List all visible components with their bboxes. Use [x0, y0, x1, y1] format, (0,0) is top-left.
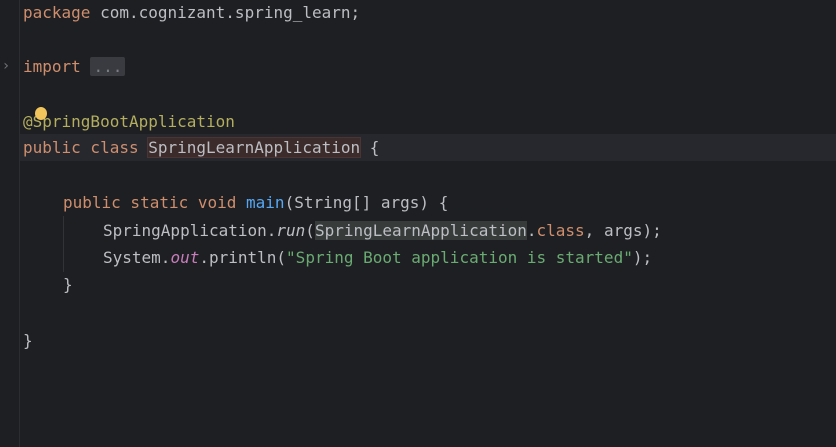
method-call: .println( [199, 248, 287, 267]
code-line-package[interactable]: package com.cognizant.spring_learn; [23, 0, 360, 26]
code-line-main-decl[interactable]: public static void main(String[] args) { [63, 189, 448, 216]
method-name: main [246, 193, 285, 212]
code-line-close-class[interactable]: } [23, 327, 33, 354]
keyword: public class [23, 138, 139, 157]
closing: ); [632, 248, 653, 267]
args: , args); [584, 221, 662, 240]
class-reference: SpringLearnApplication [314, 221, 527, 240]
code-line-run[interactable]: SpringApplication.run(SpringLearnApplica… [103, 217, 662, 244]
indent-guide [63, 216, 64, 272]
code-line-import[interactable]: import ... [23, 53, 126, 80]
chevron-right-icon[interactable]: › [0, 56, 12, 76]
keyword: class [536, 221, 585, 240]
lightbulb-icon[interactable] [35, 107, 47, 120]
static-field: out [170, 248, 200, 267]
brace: } [23, 331, 33, 350]
code-line-annotation[interactable]: @SpringBootApplication [23, 108, 235, 135]
code-line-close-method[interactable]: } [63, 271, 73, 298]
code-editor[interactable]: › package com.cognizant.spring_learn; im… [0, 0, 836, 447]
keyword: public static void [63, 193, 237, 212]
class-name: SpringLearnApplication [147, 137, 362, 158]
target: SpringApplication. [103, 221, 277, 240]
gutter-divider [19, 0, 20, 447]
target: System. [103, 248, 171, 267]
package-name: com.cognizant.spring_learn; [90, 3, 361, 22]
brace: } [63, 275, 73, 294]
string-literal: "Spring Boot application is started" [286, 248, 633, 267]
keyword: package [23, 3, 91, 22]
method-call: run [276, 221, 306, 240]
code-line-println[interactable]: System.out.println("Spring Boot applicat… [103, 244, 652, 271]
params: (String[] args) { [284, 193, 449, 212]
dot: . [526, 221, 537, 240]
brace: { [360, 138, 380, 157]
code-line-class-decl[interactable]: public class SpringLearnApplication { [23, 134, 379, 161]
annotation: @SpringBootApplication [23, 112, 235, 131]
folded-imports[interactable]: ... [90, 57, 126, 76]
paren: ( [305, 221, 315, 240]
keyword: import [23, 57, 81, 76]
